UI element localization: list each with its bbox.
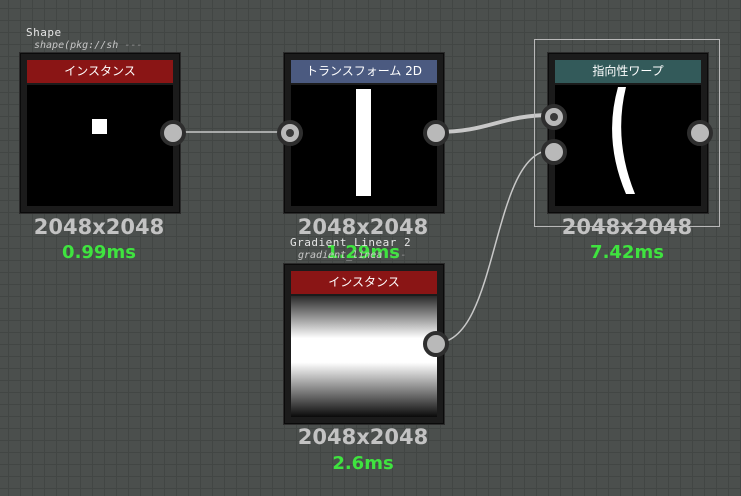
node-preview-gradient (291, 296, 437, 417)
node-shape-instance[interactable]: インスタンス (20, 53, 180, 213)
node-directional-warp[interactable]: 指向性ワープ (548, 53, 708, 213)
frame-label-shape[interactable]: Shape (26, 26, 62, 39)
node-resolution: 2048x2048 (297, 425, 429, 449)
node-preview-warp (555, 85, 701, 206)
node-preview-transform (291, 85, 437, 206)
output-pin-icon[interactable] (687, 120, 713, 146)
node-timing: 2.6ms (332, 453, 394, 474)
input-pin-icon[interactable] (541, 139, 567, 165)
node-resolution: 2048x2048 (561, 215, 693, 239)
frame-label-gradient[interactable]: Gradient Linear 2 (290, 236, 411, 249)
preview-square (92, 119, 107, 134)
preview-vertical-bar (356, 89, 371, 196)
node-title: インスタンス (291, 271, 437, 294)
node-title: トランスフォーム 2D (291, 60, 437, 83)
output-pin-icon[interactable] (423, 331, 449, 357)
frame-sublabel-gradient: gradient_linea (298, 250, 406, 261)
preview-curved-bar (612, 87, 635, 194)
frame-sublabel-shape: shape(pkg://sh (34, 40, 142, 51)
node-gradient-instance[interactable]: インスタンス (284, 264, 444, 424)
node-timing: 0.99ms (62, 242, 136, 263)
node-resolution: 2048x2048 (33, 215, 165, 239)
node-title: 指向性ワープ (555, 60, 701, 83)
output-pin-icon[interactable] (160, 120, 186, 146)
output-pin-icon[interactable] (423, 120, 449, 146)
node-timing: 7.42ms (590, 242, 664, 263)
node-title: インスタンス (27, 60, 173, 83)
node-preview-shape (27, 85, 173, 206)
input-pin-icon[interactable] (277, 120, 303, 146)
node-transform-2d[interactable]: トランスフォーム 2D (284, 53, 444, 213)
input-pin-icon[interactable] (541, 104, 567, 130)
